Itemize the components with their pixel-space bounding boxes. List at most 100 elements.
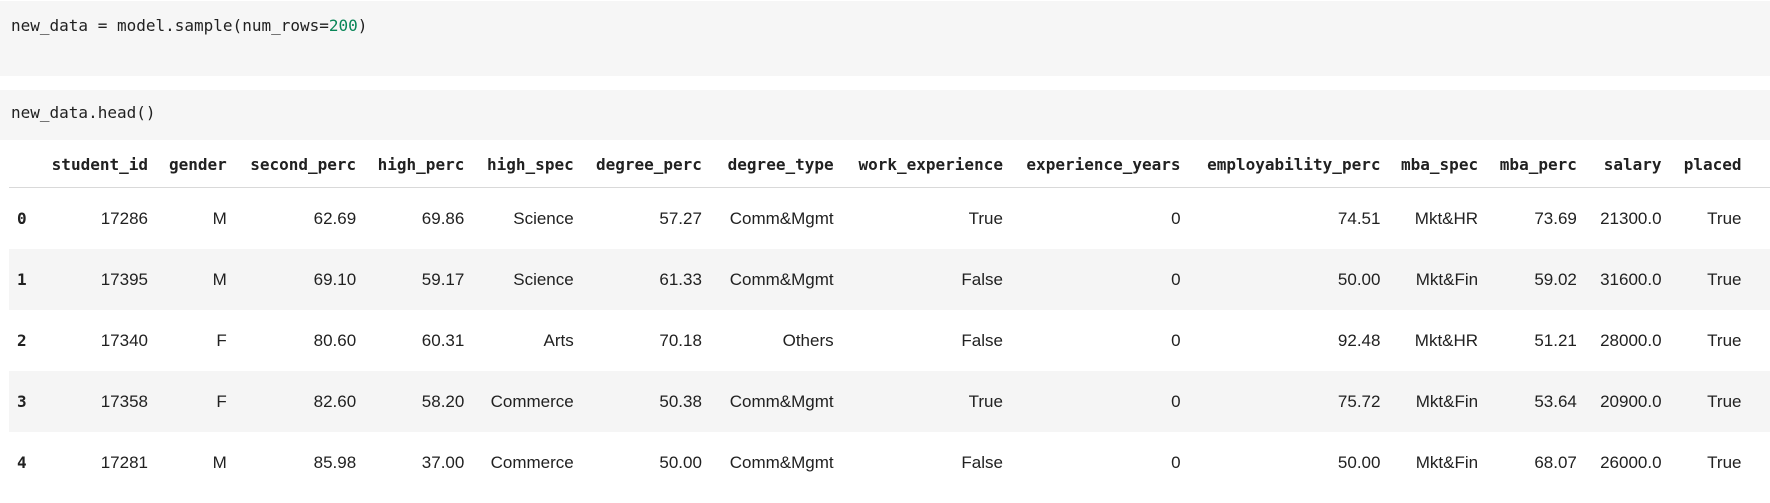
table-cell: 31600.0 [1600, 269, 1662, 289]
table-cell: 60.31 [421, 330, 465, 350]
table-row: 2 17340 F 80.60 60.31 Arts 70.18 Others False 0 92… [9, 310, 1770, 371]
table-cell: Science [513, 208, 574, 228]
table-cell: 17395 [100, 269, 148, 289]
table-cell: 21300.0 [1600, 208, 1662, 228]
table-cell: M [212, 269, 227, 289]
table-cell: True [1707, 208, 1742, 228]
table-row: 0 17286 M 62.69 69.86 Science 57.27 Comm&Mgmt Tr… [9, 187, 1770, 250]
table-cell: 51.21 [1534, 330, 1577, 350]
table-cell: 59.02 [1534, 269, 1577, 289]
column-header-placed: placed [1669, 142, 1750, 188]
table-cell: Mkt&HR [1414, 330, 1479, 350]
column-header-mba-spec: mba_spec [1388, 142, 1487, 188]
table-cell: Science [513, 269, 574, 289]
table-cell: 0 [1171, 208, 1181, 228]
table-cell: 57.27 [659, 208, 702, 228]
table-cell: M [212, 452, 227, 472]
table-cell: 0 [1171, 269, 1181, 289]
table-cell: M [212, 208, 227, 228]
table-cell: Mkt&Fin [1415, 269, 1479, 289]
table-cell: False [961, 330, 1003, 350]
table-cell: 50.38 [659, 391, 702, 411]
table-cell: Na [1750, 249, 1770, 310]
table-cell: 75.72 [1337, 391, 1381, 411]
table-cell: 2020-03-2 [1750, 432, 1770, 493]
table-header-row: student_id gender second_perc high_perc high… [9, 142, 1770, 188]
table-cell: F [216, 391, 227, 411]
code-editor[interactable]: new_data = model.sample(num_rows=200) [11, 16, 367, 36]
table-cell: 69.10 [313, 269, 357, 289]
table-cell: Mkt&Fin [1415, 452, 1479, 472]
table-cell: True [1707, 391, 1742, 411]
table-cell: 59.17 [421, 269, 465, 289]
table-row: 3 17358 F 82.60 58.20 Commerce 50.38 Comm&Mgmt T… [9, 371, 1770, 432]
row-index: 3 [17, 392, 27, 411]
table-cell: 0 [1171, 452, 1181, 472]
table-cell: 82.60 [313, 391, 357, 411]
column-header-gender: gender [156, 142, 235, 188]
table-cell: 28000.0 [1600, 330, 1662, 350]
column-header-second-perc: second_perc [234, 142, 365, 188]
table-cell: True [1707, 330, 1742, 350]
column-header-degree-perc: degree_perc [581, 142, 710, 188]
table-cell: True [968, 391, 1003, 411]
column-header-student-id: student_id [38, 142, 156, 188]
table-cell: 62.69 [313, 208, 357, 228]
table-cell: Mkt&HR [1414, 208, 1479, 228]
table-cell: 26000.0 [1600, 452, 1662, 472]
table-cell: Commerce [490, 391, 574, 411]
column-header-degree-type: degree_type [709, 142, 842, 188]
table-cell: 53.64 [1534, 391, 1577, 411]
table-cell: 50.00 [659, 452, 702, 472]
row-index: 0 [17, 209, 27, 228]
table-cell: 80.60 [313, 330, 357, 350]
table-cell: Comm&Mgmt [729, 452, 834, 472]
code-text-end: ) [357, 16, 368, 35]
table-cell: 92.48 [1337, 330, 1381, 350]
code-text: new_data = model.sample(num_rows= [11, 16, 329, 35]
code-cell-sample[interactable]: new_data = model.sample(num_rows=200) [0, 1, 1770, 76]
table-cell: 2020-02-1 [1750, 310, 1770, 371]
column-header-mba-perc: mba_perc [1486, 142, 1585, 188]
table-cell: Comm&Mgmt [729, 391, 834, 411]
table-cell: 73.69 [1534, 208, 1577, 228]
table-cell: Arts [543, 330, 574, 350]
table-cell: 68.07 [1534, 452, 1577, 472]
column-header-high-spec: high_spec [472, 142, 582, 188]
table-cell: 50.00 [1337, 452, 1381, 472]
table-cell: False [961, 269, 1003, 289]
dataframe-table: student_id gender second_perc high_perc high… [9, 142, 1770, 493]
table-cell: 2020-03-2 [1750, 371, 1770, 432]
table-cell: True [968, 208, 1003, 228]
table-cell: F [216, 330, 227, 350]
table-cell: Others [782, 330, 834, 350]
table-cell: 61.33 [659, 269, 702, 289]
output-area: student_id gender second_perc high_perc high… [9, 142, 1770, 503]
table-cell: 2020-03-2 [1750, 188, 1770, 250]
row-index: 2 [17, 331, 27, 350]
code-cell-head[interactable]: new_data.head() [0, 90, 1770, 140]
column-header-high-perc: high_perc [364, 142, 473, 188]
table-cell: 58.20 [421, 391, 465, 411]
table-cell: True [1707, 269, 1742, 289]
table-cell: 37.00 [421, 452, 465, 472]
table-cell: 0 [1171, 391, 1181, 411]
row-index: 4 [17, 453, 27, 472]
table-cell: 85.98 [313, 452, 357, 472]
table-cell: 50.00 [1337, 269, 1381, 289]
column-header-work-experience: work_experience [841, 142, 1011, 188]
code-editor[interactable]: new_data.head() [11, 103, 156, 123]
table-cell: Comm&Mgmt [729, 269, 834, 289]
table-cell: 0 [1171, 330, 1181, 350]
column-header-salary: salary [1584, 142, 1670, 188]
table-cell: True [1707, 452, 1742, 472]
table-cell: Mkt&Fin [1415, 391, 1479, 411]
table-cell: 17281 [100, 452, 148, 472]
table-cell: Commerce [490, 452, 574, 472]
column-header-experience-years: experience_years [1010, 142, 1189, 188]
table-cell: False [961, 452, 1003, 472]
code-number-literal: 200 [328, 16, 358, 35]
table-cell: 17340 [100, 330, 148, 350]
table-cell: 17286 [100, 208, 148, 228]
column-header-start-date: start_date [1749, 142, 1770, 188]
